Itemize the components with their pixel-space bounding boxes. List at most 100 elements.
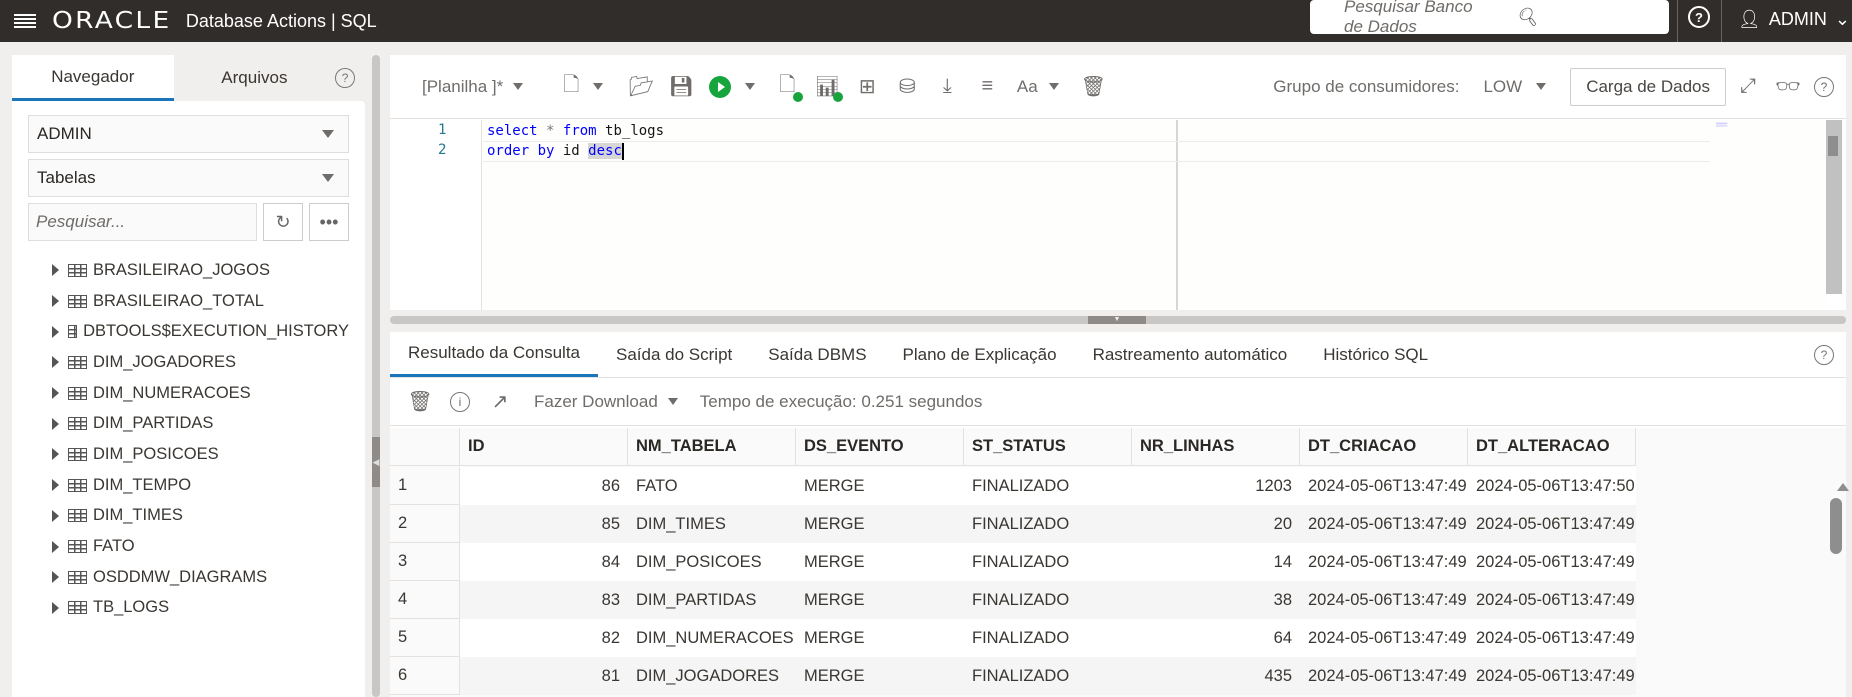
expand-arrow-icon[interactable] — [52, 356, 59, 369]
download-menu[interactable]: Fazer Download — [534, 392, 678, 412]
table-row[interactable]: 1 86 FATO MERGE FINALIZADO 1203 2024-05-06T13:… — [390, 467, 1636, 505]
table-tree-item[interactable]: DIM_PARTIDAS — [28, 408, 349, 439]
table-cell[interactable]: DIM_JOGADORES — [628, 657, 796, 695]
data-load-button[interactable]: Carga de Dados — [1570, 67, 1726, 106]
table-tree-item[interactable]: DIM_JOGADORES — [28, 347, 349, 378]
more-options-button[interactable]: ••• — [309, 203, 349, 241]
run-statement-button[interactable] — [709, 75, 756, 98]
autotrace-icon[interactable]: 📊︎ — [815, 75, 844, 102]
table-tree-item[interactable]: DIM_TIMES — [28, 501, 349, 532]
binoculars-icon[interactable]: 👓︎ — [1775, 75, 1800, 99]
table-cell[interactable]: 2024-05-06T13:47:49. — [1468, 505, 1636, 543]
table-cell[interactable]: MERGE — [796, 581, 964, 619]
table-cell[interactable]: FINALIZADO — [964, 581, 1132, 619]
table-cell[interactable]: MERGE — [796, 657, 964, 695]
editor-scrollbar-thumb[interactable] — [1828, 136, 1838, 156]
table-cell[interactable]: 82 — [460, 619, 628, 657]
table-cell[interactable]: DIM_PARTIDAS — [628, 581, 796, 619]
scroll-up-icon[interactable] — [1837, 483, 1849, 491]
table-cell[interactable]: DIM_NUMERACOES — [628, 619, 796, 657]
column-header[interactable]: ST_STATUS — [964, 428, 1132, 465]
table-tree-item[interactable]: FATO — [28, 531, 349, 562]
table-tree-item[interactable]: TB_LOGS — [28, 593, 349, 624]
explain-plan-icon[interactable]: ⊞ — [855, 75, 879, 99]
table-cell[interactable]: MERGE — [796, 467, 964, 505]
table-tree-item[interactable]: DBTOOLS$EXECUTION_HISTORY — [28, 316, 349, 347]
table-cell[interactable]: DIM_POSICOES — [628, 543, 796, 581]
schema-select[interactable]: ADMIN — [28, 115, 349, 153]
table-cell[interactable]: MERGE — [796, 619, 964, 657]
collapse-down-icon[interactable]: ▼ — [1088, 316, 1146, 324]
table-cell[interactable]: 83 — [460, 581, 628, 619]
open-folder-icon[interactable]: 📂︎ — [629, 75, 654, 99]
table-cell[interactable]: 81 — [460, 657, 628, 695]
worksheet-selector[interactable]: [Planilha ]* — [422, 77, 524, 97]
collapse-left-icon[interactable]: ◀ — [372, 437, 380, 487]
help-icon[interactable]: ? — [335, 68, 355, 88]
help-icon[interactable]: ? — [1814, 76, 1834, 97]
table-cell[interactable]: 2024-05-06T13:47:49. — [1300, 467, 1468, 505]
table-cell[interactable]: MERGE — [796, 505, 964, 543]
table-cell[interactable]: FINALIZADO — [964, 619, 1132, 657]
expand-arrow-icon[interactable] — [52, 601, 59, 614]
database-chart-icon[interactable]: ⛁ — [895, 75, 919, 99]
code-line[interactable]: select * from tb_logs — [483, 122, 1710, 142]
column-header[interactable]: NM_TABELA — [628, 428, 796, 465]
table-tree-item[interactable]: DIM_NUMERACOES — [28, 378, 349, 409]
table-cell[interactable]: 86 — [460, 467, 628, 505]
result-tab[interactable]: Saída do Script — [598, 332, 750, 377]
grid-scrollbar-thumb[interactable] — [1830, 498, 1842, 554]
result-tab[interactable]: Saída DBMS — [750, 332, 884, 377]
table-row[interactable]: 6 81 DIM_JOGADORES MERGE FINALIZADO 435 2024-0… — [390, 657, 1636, 695]
help-icon[interactable]: ? — [1814, 345, 1834, 365]
user-menu[interactable]: 👤︎ ADMIN ⌄ — [1738, 0, 1850, 38]
result-tab[interactable]: Plano de Explicação — [885, 332, 1075, 377]
trash-icon[interactable]: 🗑︎ — [407, 390, 432, 414]
expand-arrow-icon[interactable] — [52, 540, 59, 553]
table-cell[interactable]: FATO — [628, 467, 796, 505]
expand-icon[interactable]: ⤢ — [1736, 75, 1760, 99]
table-tree-item[interactable]: OSDDMW_DIAGRAMS — [28, 562, 349, 593]
table-cell[interactable]: 2024-05-06T13:47:50. — [1468, 467, 1636, 505]
table-row[interactable]: 4 83 DIM_PARTIDAS MERGE FINALIZADO 38 2024-05-… — [390, 581, 1636, 619]
format-icon[interactable]: ≡ — [975, 75, 999, 99]
column-header[interactable]: DT_CRIACAO — [1300, 428, 1468, 465]
save-icon[interactable]: 💾︎ — [669, 75, 694, 99]
table-cell[interactable]: 2024-05-06T13:47:49. — [1300, 657, 1468, 695]
table-cell[interactable]: 2024-05-06T13:47:49. — [1300, 619, 1468, 657]
result-tab[interactable]: Histórico SQL — [1305, 332, 1446, 377]
table-cell[interactable]: 2024-05-06T13:47:49. — [1468, 581, 1636, 619]
table-cell[interactable]: 2024-05-06T13:47:49. — [1300, 505, 1468, 543]
table-cell[interactable]: 84 — [460, 543, 628, 581]
result-tab[interactable]: Rastreamento automático — [1075, 332, 1306, 377]
trash-icon[interactable]: 🗑︎ — [1081, 75, 1106, 99]
consumer-group-select[interactable]: LOW — [1483, 77, 1547, 97]
help-icon[interactable]: ? — [1688, 6, 1710, 28]
table-cell[interactable]: 20 — [1132, 505, 1300, 543]
download-icon[interactable]: ⤓ — [935, 75, 959, 99]
run-script-icon[interactable]: 🗋︎ — [775, 74, 804, 102]
column-header[interactable]: DT_ALTERACAO — [1468, 428, 1636, 465]
table-cell[interactable]: FINALIZADO — [964, 543, 1132, 581]
vertical-splitter[interactable] — [372, 55, 380, 697]
hamburger-menu-icon[interactable] — [14, 14, 36, 28]
table-tree-item[interactable]: DIM_TEMPO — [28, 470, 349, 501]
code-editor[interactable]: 12 ▒▒▒▒ select * from tb_logs order by id… — [390, 120, 1826, 310]
table-cell[interactable]: FINALIZADO — [964, 505, 1132, 543]
table-cell[interactable]: 2024-05-06T13:47:49. — [1468, 619, 1636, 657]
table-cell[interactable]: MERGE — [796, 543, 964, 581]
database-search-input[interactable]: Pesquisar Banco de Dados 🔍︎ — [1310, 0, 1669, 36]
expand-arrow-icon[interactable] — [52, 509, 59, 522]
expand-arrow-icon[interactable] — [52, 264, 59, 277]
expand-arrow-icon[interactable] — [52, 448, 59, 461]
refresh-button[interactable]: ↻ — [263, 203, 303, 241]
table-tree-item[interactable]: BRASILEIRAO_JOGOS — [28, 255, 349, 286]
table-row[interactable]: 5 82 DIM_NUMERACOES MERGE FINALIZADO 64 2024-0… — [390, 619, 1636, 657]
font-size-button[interactable]: Aa — [1015, 75, 1060, 99]
table-cell[interactable]: 435 — [1132, 657, 1300, 695]
column-header[interactable]: DS_EVENTO — [796, 428, 964, 465]
table-cell[interactable]: 2024-05-06T13:47:49. — [1300, 581, 1468, 619]
table-row[interactable]: 2 85 DIM_TIMES MERGE FINALIZADO 20 2024-05-06T… — [390, 505, 1636, 543]
table-cell[interactable]: 2024-05-06T13:47:49. — [1468, 657, 1636, 695]
tab-arquivos[interactable]: Arquivos — [174, 55, 336, 101]
